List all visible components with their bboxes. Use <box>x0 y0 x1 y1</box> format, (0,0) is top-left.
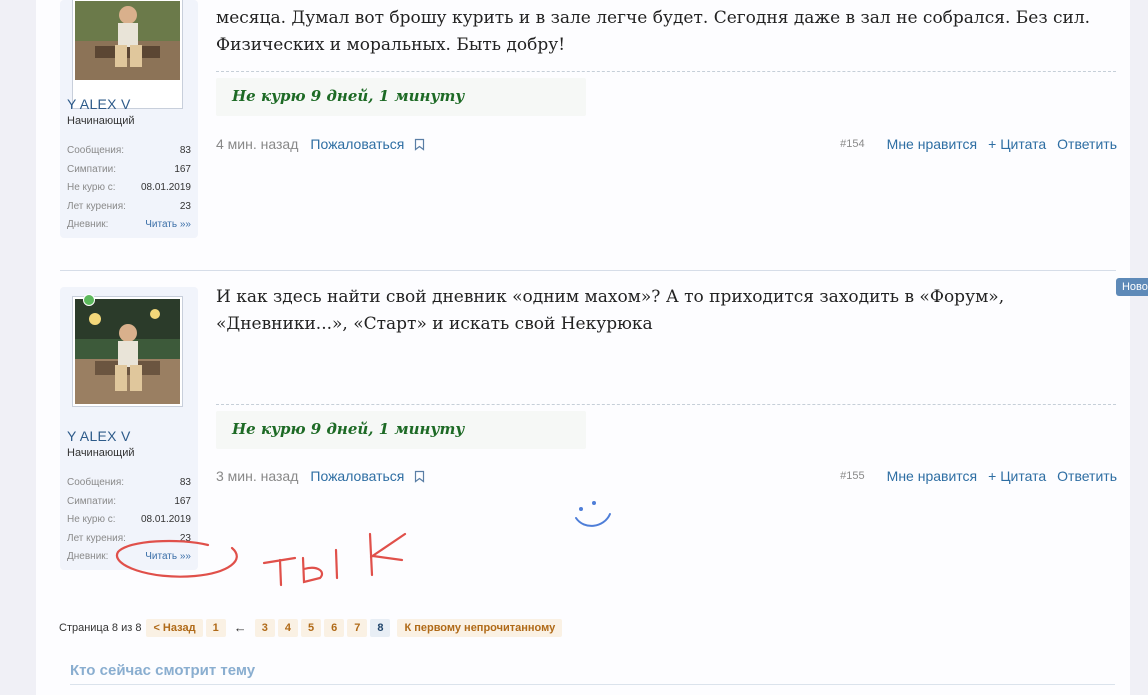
post-footer-right: #155 Мне нравится + Цитата Ответить <box>840 468 1117 484</box>
page-link-3[interactable]: 3 <box>254 618 275 637</box>
new-badge: Новое <box>1115 278 1148 296</box>
user-card: Y ALEX V Начинающий Сообщения: 83 Симпат… <box>60 287 198 570</box>
stat-quit-date: Не курю с: 08.01.2019 <box>67 514 191 525</box>
avatar-photo <box>75 299 180 404</box>
post-separator <box>60 270 1116 271</box>
stat-likes: Симпатии: 167 <box>67 495 191 507</box>
signature-text: Не курю 9 дней, 1 минуту <box>232 87 465 105</box>
user-card: Y ALEX V Начинающий Сообщения: 83 Симпат… <box>60 0 198 238</box>
post-message: месяца. Думал вот брошу курить и в зале … <box>216 8 1091 55</box>
stat-smoking-years: Лет курения: 23 <box>67 200 191 212</box>
avatar[interactable] <box>72 0 183 109</box>
signature-divider <box>216 404 1116 405</box>
stat-diary: Дневник: Читать »» <box>67 216 191 235</box>
diary-link[interactable]: Читать »» <box>145 548 191 567</box>
stat-smoking-years: Лет курения: 23 <box>67 532 191 544</box>
quote-button[interactable]: + Цитата <box>988 468 1046 484</box>
reply-button[interactable]: Ответить <box>1057 136 1117 152</box>
signature: Не курю 9 дней, 1 минуту <box>216 78 586 116</box>
signature-text: Не курю 9 дней, 1 минуту <box>232 420 465 438</box>
page-link-6[interactable]: 6 <box>324 618 345 637</box>
post-time[interactable]: 4 мин. назад <box>216 136 298 152</box>
thread-page: Y ALEX V Начинающий Сообщения: 83 Симпат… <box>36 0 1148 695</box>
post-time[interactable]: 3 мин. назад <box>216 468 298 484</box>
post-footer-left: 3 мин. назад Пожаловаться <box>216 468 425 484</box>
stat-likes: Симпатии: 167 <box>67 163 191 175</box>
page-link-7[interactable]: 7 <box>347 618 368 637</box>
page-link-1[interactable]: 1 <box>205 618 226 637</box>
avatar[interactable] <box>72 294 183 407</box>
post-footer-right: #154 Мне нравится + Цитата Ответить <box>840 136 1117 152</box>
page-link-8-current[interactable]: 8 <box>370 618 391 637</box>
report-link[interactable]: Пожаловаться <box>310 468 404 484</box>
signature: Не курю 9 дней, 1 минуту <box>216 411 586 449</box>
viewing-section-title: Кто сейчас смотрит тему <box>70 662 256 679</box>
post-footer-left: 4 мин. назад Пожаловаться <box>216 136 425 152</box>
user-stats: Сообщения: 83 Симпатии: 167 Не курю с: 0… <box>67 142 191 235</box>
avatar-photo <box>75 1 180 80</box>
stat-messages: Сообщения: 83 <box>67 145 191 156</box>
report-link[interactable]: Пожаловаться <box>310 136 404 152</box>
post-number[interactable]: #155 <box>840 470 864 482</box>
post-number[interactable]: #154 <box>840 138 864 150</box>
page-link-4[interactable]: 4 <box>277 618 298 637</box>
online-status-indicator <box>83 294 95 306</box>
like-button[interactable]: Мне нравится <box>887 468 977 484</box>
username[interactable]: Y ALEX V <box>67 96 131 112</box>
viewing-section-divider <box>70 684 1115 685</box>
reply-button[interactable]: Ответить <box>1057 468 1117 484</box>
user-title: Начинающий <box>67 447 135 459</box>
quote-button[interactable]: + Цитата <box>988 136 1046 152</box>
post-message: И как здесь найти свой дневник «одним ма… <box>216 287 1005 334</box>
prev-page-button[interactable]: < Назад <box>146 618 203 637</box>
stat-messages: Сообщения: 83 <box>67 477 191 488</box>
stat-diary: Дневник: Читать »» <box>67 548 191 567</box>
bookmark-icon[interactable] <box>414 138 425 151</box>
user-title: Начинающий <box>67 115 135 127</box>
pagination: Страница 8 из 8 < Назад 1 ← 3 4 5 6 7 8 … <box>59 617 565 638</box>
signature-divider <box>216 71 1116 72</box>
bookmark-icon[interactable] <box>414 470 425 483</box>
page-link-5[interactable]: 5 <box>300 618 322 637</box>
username[interactable]: Y ALEX V <box>67 428 131 444</box>
user-stats: Сообщения: 83 Симпатии: 167 Не курю с: 0… <box>67 474 191 567</box>
stat-quit-date: Не курю с: 08.01.2019 <box>67 182 191 193</box>
page-info: Страница 8 из 8 <box>59 621 142 634</box>
page-skip-arrow[interactable]: ← <box>229 617 252 638</box>
like-button[interactable]: Мне нравится <box>887 136 977 152</box>
diary-link[interactable]: Читать »» <box>145 216 191 235</box>
first-unread-button[interactable]: К первому непрочитанному <box>397 618 563 637</box>
